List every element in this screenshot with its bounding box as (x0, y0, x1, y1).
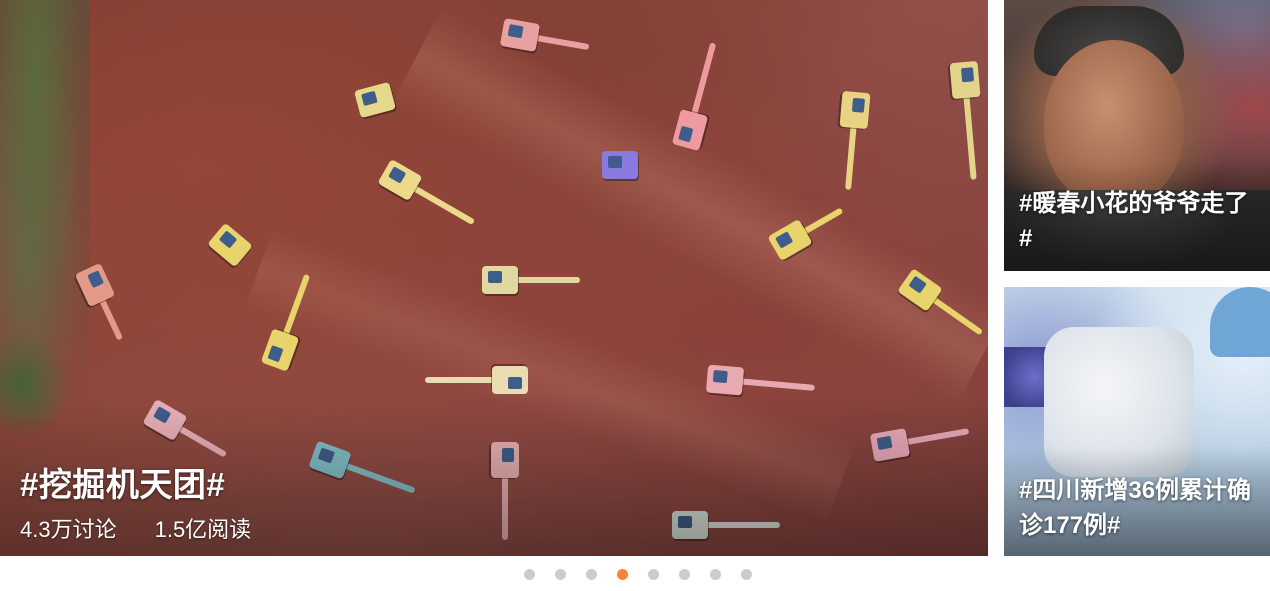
carousel-pagination (0, 569, 1270, 580)
excavator-cab (507, 24, 524, 39)
carousel-dot[interactable] (586, 569, 597, 580)
side-topic-title[interactable]: #暖春小花的爷爷走了# (1019, 186, 1260, 256)
carousel-dot[interactable] (555, 569, 566, 580)
excavator-cab (508, 377, 522, 389)
side-topic-card[interactable]: #四川新增36例累计确诊177例# (1004, 287, 1270, 556)
excavator-cab (488, 271, 502, 283)
carousel-dot[interactable] (648, 569, 659, 580)
surgical-cap (1210, 287, 1270, 357)
topic-carousel: #挖掘机天团# 4.3万讨论 1.5亿阅读 #暖春小花的爷爷走了# #四川新增36… (0, 0, 1270, 591)
excavator-cab (960, 67, 975, 83)
discussion-count: 4.3万讨论 (20, 517, 117, 542)
excavator-cab (712, 369, 728, 384)
excavator-cab (608, 156, 622, 168)
main-topic-stats: 4.3万讨论 1.5亿阅读 (20, 512, 251, 544)
main-topic-card[interactable]: #挖掘机天团# 4.3万讨论 1.5亿阅读 (0, 0, 988, 556)
carousel-dot[interactable] (617, 569, 628, 580)
carousel-dot[interactable] (710, 569, 721, 580)
carousel-dot[interactable] (741, 569, 752, 580)
carousel-dot[interactable] (524, 569, 535, 580)
side-topic-card[interactable]: #暖春小花的爷爷走了# (1004, 0, 1270, 271)
side-topic-title[interactable]: #四川新增36例累计确诊177例# (1019, 473, 1260, 543)
read-count: 1.5亿阅读 (154, 517, 252, 542)
carousel-dot[interactable] (679, 569, 690, 580)
main-topic-title[interactable]: #挖掘机天团# (20, 458, 225, 506)
excavator-cab (851, 97, 866, 113)
